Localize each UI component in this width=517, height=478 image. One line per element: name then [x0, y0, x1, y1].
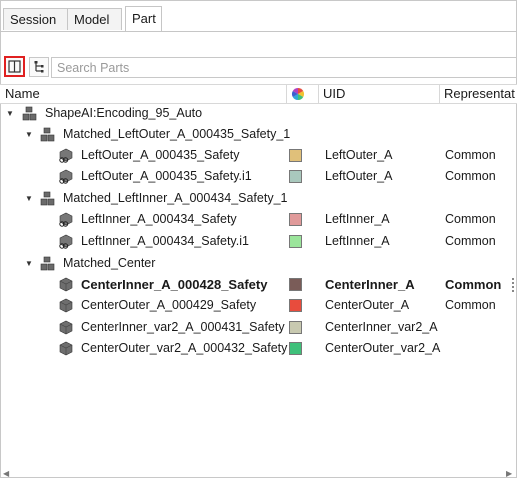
part-color-swatch[interactable] — [289, 170, 302, 183]
tree-row-assembly[interactable]: ▼ Matched_LeftOuter_A_000435_Safety_1 — [0, 124, 517, 145]
tree-row-part[interactable]: LeftOuter_A_000435_Safety LeftOuter_A Co… — [0, 145, 517, 166]
part-uid: LeftInner_A — [325, 234, 390, 248]
part-color-swatch[interactable] — [289, 342, 302, 355]
tree-item-label: CenterInner_var2_A_000431_Safety — [81, 320, 285, 334]
panel-resize-handle[interactable] — [512, 278, 516, 292]
tree-item-label: CenterInner_A_000428_Safety — [81, 277, 268, 292]
tree-item-label: Matched_LeftInner_A_000434_Safety_1 — [63, 191, 288, 205]
tab-divider — [0, 31, 517, 32]
part-uid: CenterOuter_A — [325, 298, 410, 312]
collapse-arrow-icon[interactable]: ▼ — [24, 188, 34, 209]
part-color-swatch[interactable] — [289, 213, 302, 226]
part-icon — [59, 277, 73, 292]
part-representation: Common — [445, 212, 496, 226]
part-color-swatch[interactable] — [289, 235, 302, 248]
column-name-header[interactable]: Name — [0, 85, 286, 103]
part-uid: LeftOuter_A — [325, 169, 393, 183]
tree-item-label: LeftInner_A_000434_Safety — [81, 212, 237, 226]
collapse-arrow-icon[interactable]: ▼ — [24, 253, 34, 274]
assembly-icon — [40, 191, 55, 206]
tree-item-label: CenterOuter_A_000429_Safety — [81, 298, 257, 312]
part-representation: Common — [445, 148, 496, 162]
tree-row-part[interactable]: CenterOuter_var2_A_000432_Safety CenterO… — [0, 338, 517, 359]
color-wheel-icon — [291, 88, 305, 100]
tree-hierarchy-icon — [34, 61, 44, 73]
part-representation: Common — [445, 277, 502, 292]
part-color-swatch[interactable] — [289, 321, 302, 334]
collapse-arrow-icon[interactable]: ▼ — [5, 103, 15, 124]
tree-row-root-assembly[interactable]: ▼ ShapeAI:Encoding_95_Auto — [0, 103, 517, 124]
part-uid: CenterInner_A — [325, 277, 415, 292]
tree-item-label: ShapeAI:Encoding_95_Auto — [45, 106, 203, 120]
tree-row-part[interactable]: CenterInner_var2_A_000431_Safety CenterI… — [0, 317, 517, 338]
column-header: Name UID Representat — [0, 84, 517, 104]
part-color-swatch[interactable] — [289, 149, 302, 162]
part-uid: LeftOuter_A — [325, 148, 393, 162]
tree-row-part[interactable]: CenterOuter_A_000429_Safety CenterOuter_… — [0, 295, 517, 316]
column-representation-header[interactable]: Representat — [439, 85, 517, 103]
part-color-swatch[interactable] — [289, 278, 302, 291]
scroll-right-arrow-icon[interactable]: ▶ — [506, 469, 512, 478]
tree-row-part[interactable]: LeftOuter_A_000435_Safety.i1 LeftOuter_A… — [0, 166, 517, 187]
collapse-arrow-icon[interactable]: ▼ — [24, 124, 34, 145]
split-view-button[interactable] — [4, 56, 25, 77]
assembly-icon — [22, 106, 37, 121]
tree-item-label: LeftOuter_A_000435_Safety — [81, 148, 240, 162]
part-representation: Common — [445, 234, 496, 248]
part-representation: Common — [445, 169, 496, 183]
tab-session[interactable]: Session — [3, 8, 68, 30]
part-representation: Common — [445, 298, 496, 312]
tree-item-label: Matched_Center — [63, 256, 156, 270]
tree-item-label: LeftOuter_A_000435_Safety.i1 — [81, 169, 252, 183]
scroll-left-arrow-icon[interactable]: ◀ — [3, 469, 9, 478]
tab-part[interactable]: Part — [125, 6, 162, 31]
tab-bar: Session Model Part — [0, 0, 517, 32]
tree-row-assembly[interactable]: ▼ Matched_Center — [0, 253, 517, 274]
part-color-swatch[interactable] — [289, 299, 302, 312]
assembly-icon — [40, 256, 55, 271]
tree-row-assembly[interactable]: ▼ Matched_LeftInner_A_000434_Safety_1 — [0, 188, 517, 209]
split-view-icon — [8, 60, 21, 73]
part-icon — [59, 298, 73, 313]
linked-part-icon — [59, 234, 73, 249]
tree-row-part[interactable]: LeftInner_A_000434_Safety LeftInner_A Co… — [0, 209, 517, 230]
linked-part-icon — [59, 148, 73, 163]
tree-item-label: CenterOuter_var2_A_000432_Safety — [81, 341, 288, 355]
linked-part-icon — [59, 169, 73, 184]
column-uid-header[interactable]: UID — [318, 85, 439, 103]
assembly-icon — [40, 127, 55, 142]
part-uid: CenterOuter_var2_A — [325, 341, 441, 355]
part-uid: LeftInner_A — [325, 212, 390, 226]
part-icon — [59, 320, 73, 335]
part-icon — [59, 341, 73, 356]
tree-item-label: Matched_LeftOuter_A_000435_Safety_1 — [63, 127, 291, 141]
part-uid: CenterInner_var2_A — [325, 320, 438, 334]
tree-row-part[interactable]: LeftInner_A_000434_Safety.i1 LeftInner_A… — [0, 231, 517, 252]
search-parts-input[interactable] — [51, 57, 517, 78]
tree-row-part-current[interactable]: CenterInner_A_000428_Safety CenterInner_… — [0, 274, 517, 295]
column-color-header[interactable] — [286, 85, 318, 103]
linked-part-icon — [59, 212, 73, 227]
hierarchy-view-button[interactable] — [29, 57, 49, 77]
tab-model[interactable]: Model — [67, 8, 122, 30]
tree-item-label: LeftInner_A_000434_Safety.i1 — [81, 234, 249, 248]
